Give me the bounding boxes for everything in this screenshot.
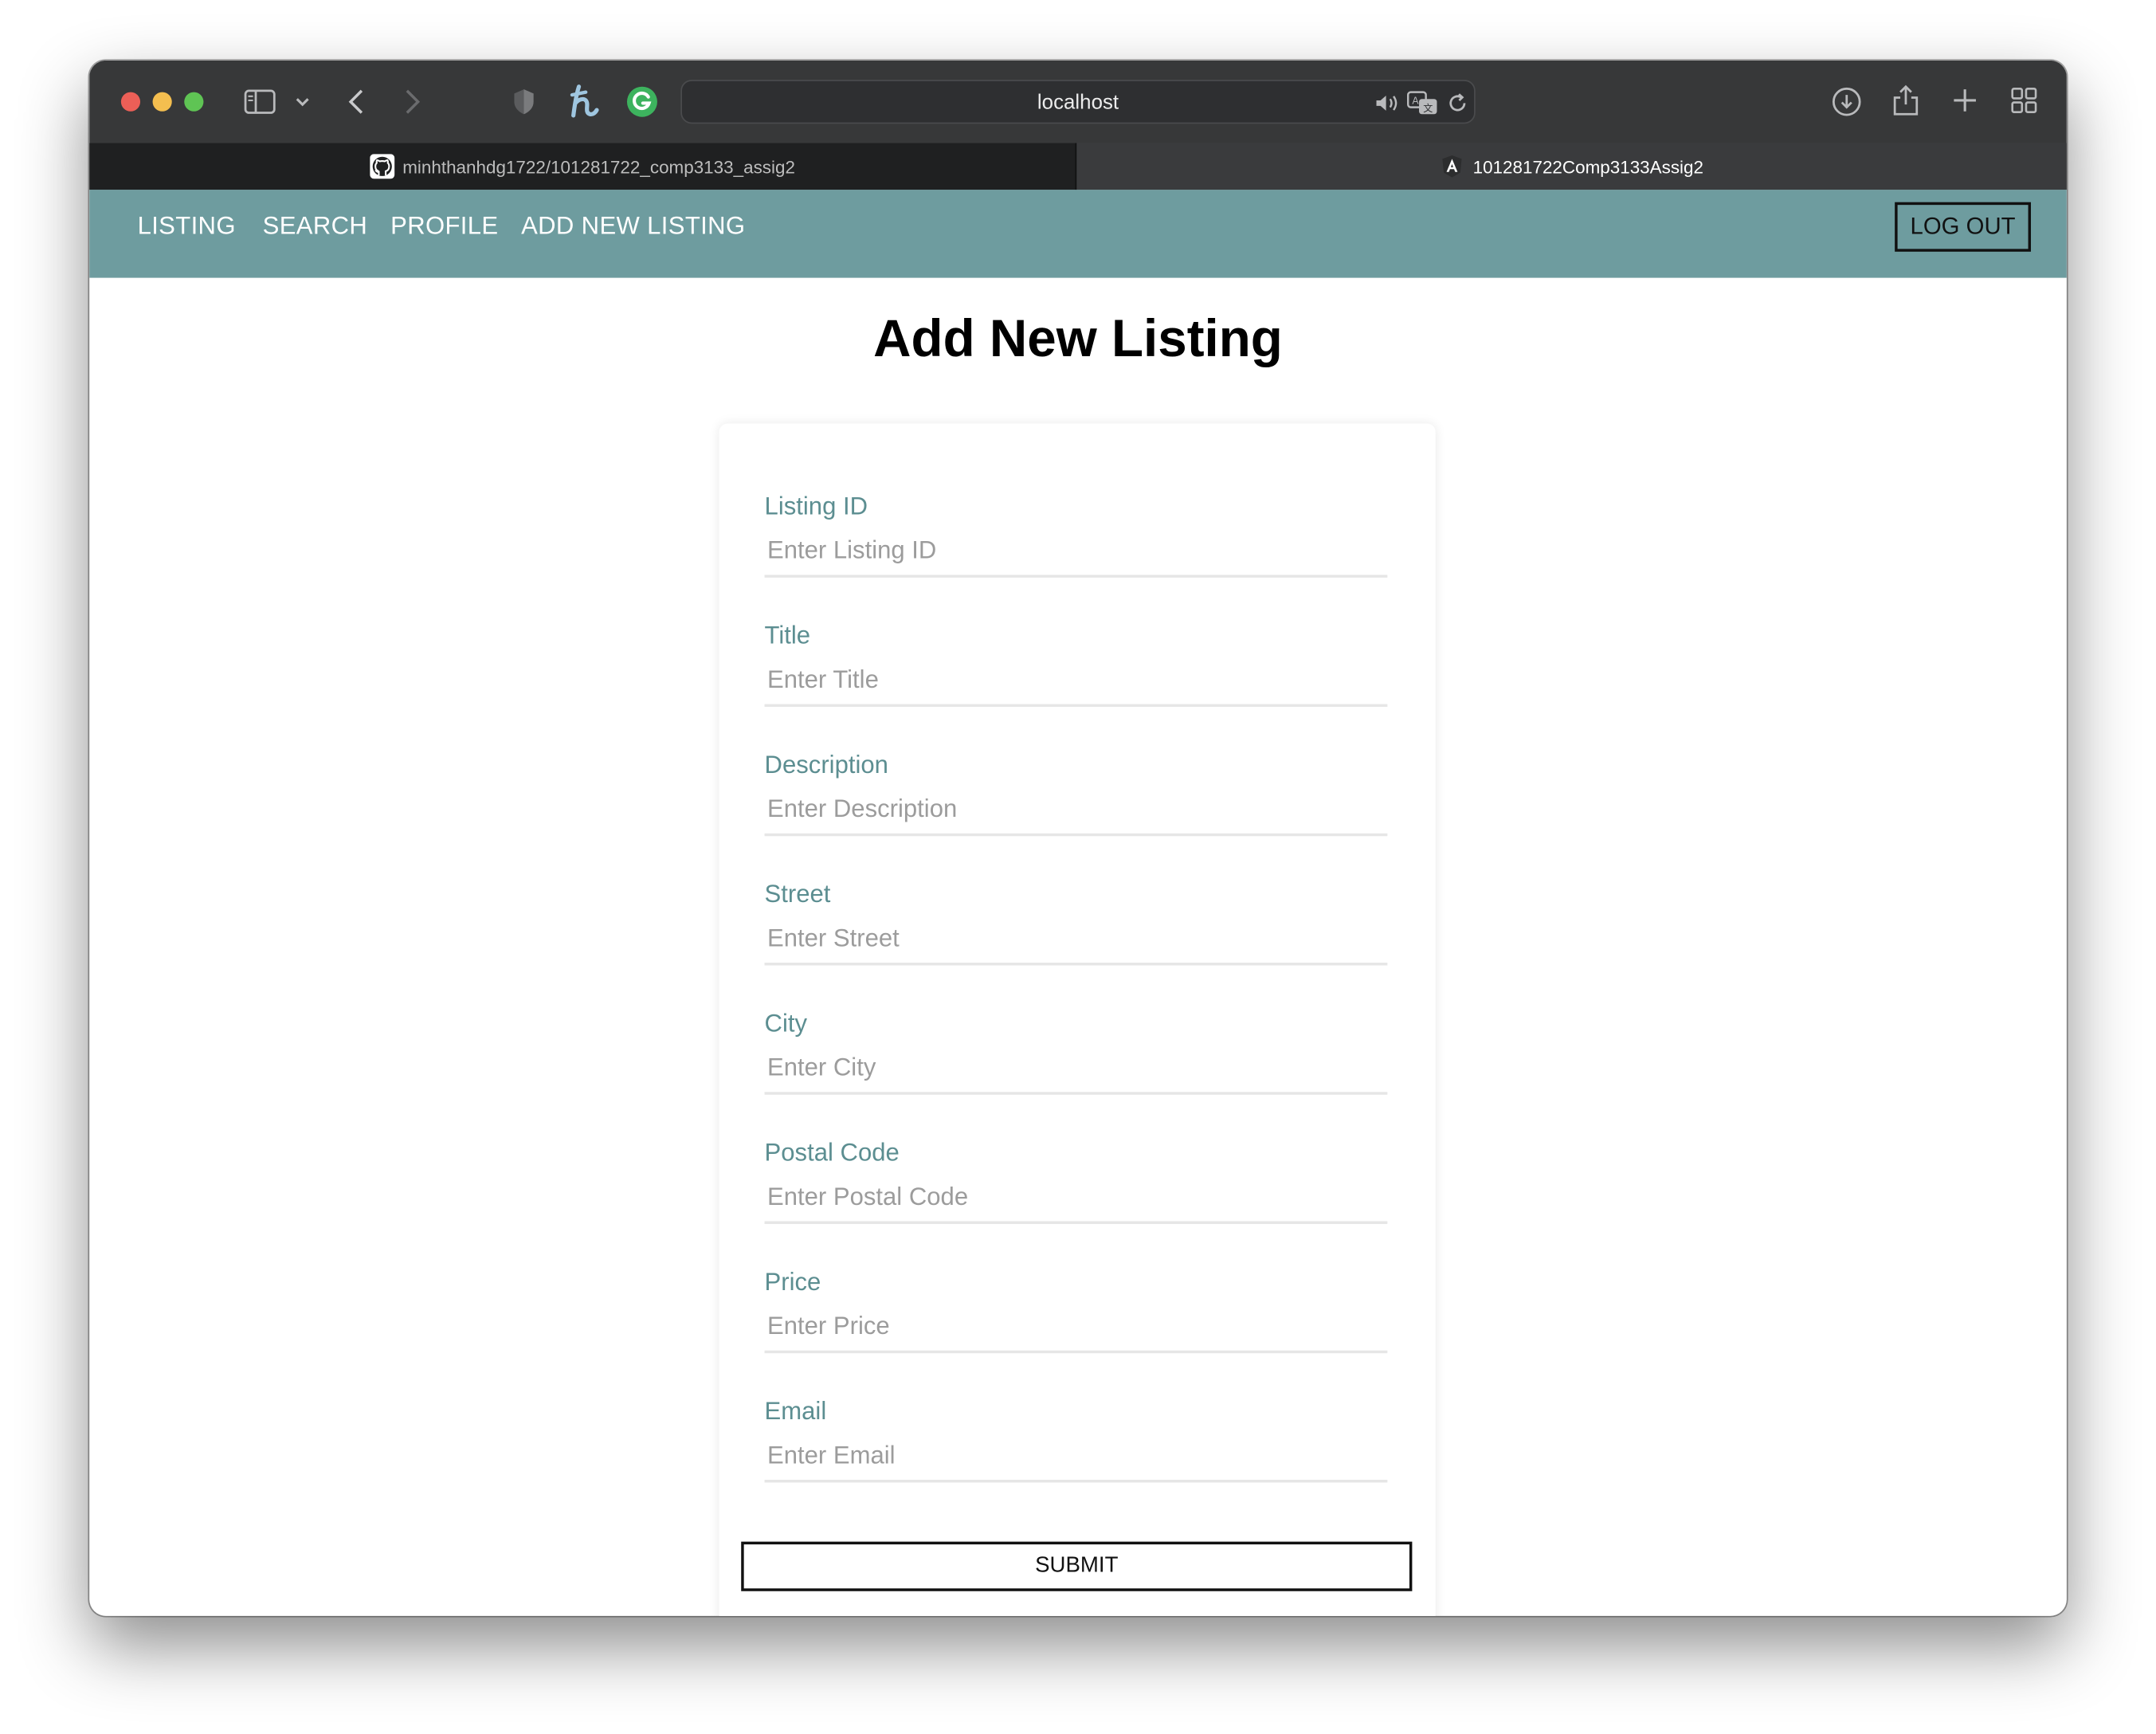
title-label: Title: [764, 622, 811, 649]
listing-id-label: Listing ID: [764, 492, 868, 520]
tab-label: 101281722Comp3133Assig2: [1472, 155, 1703, 177]
description-label: Description: [764, 751, 888, 779]
sidebar-icon[interactable]: [243, 87, 276, 117]
translate-icon[interactable]: A文: [1406, 91, 1439, 116]
nav-link-search[interactable]: SEARCH: [263, 212, 368, 241]
email-field: Email: [764, 1397, 1388, 1520]
price-label: Price: [764, 1268, 821, 1296]
address-text: localhost: [1037, 90, 1119, 115]
minimize-window-button[interactable]: [152, 92, 172, 112]
submit-button[interactable]: SUBMIT: [741, 1541, 1413, 1591]
privacy-shield-icon[interactable]: [510, 85, 538, 118]
reload-icon[interactable]: [1445, 91, 1470, 116]
add-listing-form: Listing ID Title Description Street City…: [719, 423, 1436, 1616]
postal-code-label: Postal Code: [764, 1138, 900, 1167]
angular-icon: [1440, 154, 1464, 178]
tab-label: minhthanhdg1722/101281722_comp3133_assig…: [402, 155, 795, 177]
city-input[interactable]: [764, 1042, 1388, 1095]
nav-link-profile[interactable]: PROFILE: [390, 212, 498, 241]
listing-id-field: Listing ID: [764, 492, 1388, 616]
download-icon[interactable]: [1830, 85, 1863, 118]
browser-toolbar: localhost A文: [89, 60, 2067, 143]
honey-extension-icon[interactable]: [568, 83, 601, 121]
description-field: Description: [764, 751, 1388, 874]
tab-bar: minhthanhdg1722/101281722_comp3133_assig…: [89, 143, 2067, 190]
tab-github-repo[interactable]: minhthanhdg1722/101281722_comp3133_assig…: [89, 143, 1077, 190]
tab-angular-app[interactable]: 101281722Comp3133Assig2: [1076, 143, 2067, 190]
nav-link-add-new-listing[interactable]: ADD NEW LISTING: [521, 212, 745, 241]
city-field: City: [764, 1009, 1388, 1133]
email-label: Email: [764, 1397, 827, 1425]
address-bar[interactable]: localhost A文: [680, 80, 1476, 124]
github-icon: [369, 154, 394, 179]
speaker-icon[interactable]: [1375, 92, 1400, 115]
nav-link-listing[interactable]: LISTING: [138, 212, 236, 241]
street-label: Street: [764, 880, 831, 908]
logout-button[interactable]: LOG OUT: [1895, 202, 2032, 252]
close-window-button[interactable]: [120, 92, 141, 112]
street-input[interactable]: [764, 912, 1388, 966]
browser-window: localhost A文 minhthanhdg1722/101281722_c…: [89, 60, 2067, 1616]
title-input[interactable]: [764, 654, 1388, 708]
svg-text:文: 文: [1423, 102, 1433, 114]
svg-text:A: A: [1412, 95, 1419, 106]
grammarly-icon[interactable]: [625, 85, 658, 118]
email-input[interactable]: [764, 1430, 1388, 1483]
listing-id-input[interactable]: [764, 525, 1388, 578]
postal-code-field: Postal Code: [764, 1138, 1388, 1262]
new-tab-icon[interactable]: [1950, 85, 1980, 116]
app-navbar: LISTING SEARCH PROFILE ADD NEW LISTING L…: [89, 190, 2067, 278]
price-field: Price: [764, 1268, 1388, 1391]
description-input[interactable]: [764, 783, 1388, 837]
postal-code-input[interactable]: [764, 1171, 1388, 1224]
back-icon[interactable]: [343, 85, 370, 118]
maximize-window-button[interactable]: [184, 92, 204, 112]
chevron-down-icon[interactable]: [293, 91, 312, 113]
screenshot-stage: localhost A文 minhthanhdg1722/101281722_c…: [0, 0, 2156, 1734]
forward-icon[interactable]: [398, 85, 426, 118]
page-title: Add New Listing: [873, 311, 1283, 369]
price-input[interactable]: [764, 1300, 1388, 1354]
street-field: Street: [764, 880, 1388, 1004]
city-label: City: [764, 1009, 808, 1038]
tab-overview-icon[interactable]: [2009, 85, 2039, 116]
title-field: Title: [764, 622, 1388, 745]
share-icon[interactable]: [1891, 83, 1921, 119]
